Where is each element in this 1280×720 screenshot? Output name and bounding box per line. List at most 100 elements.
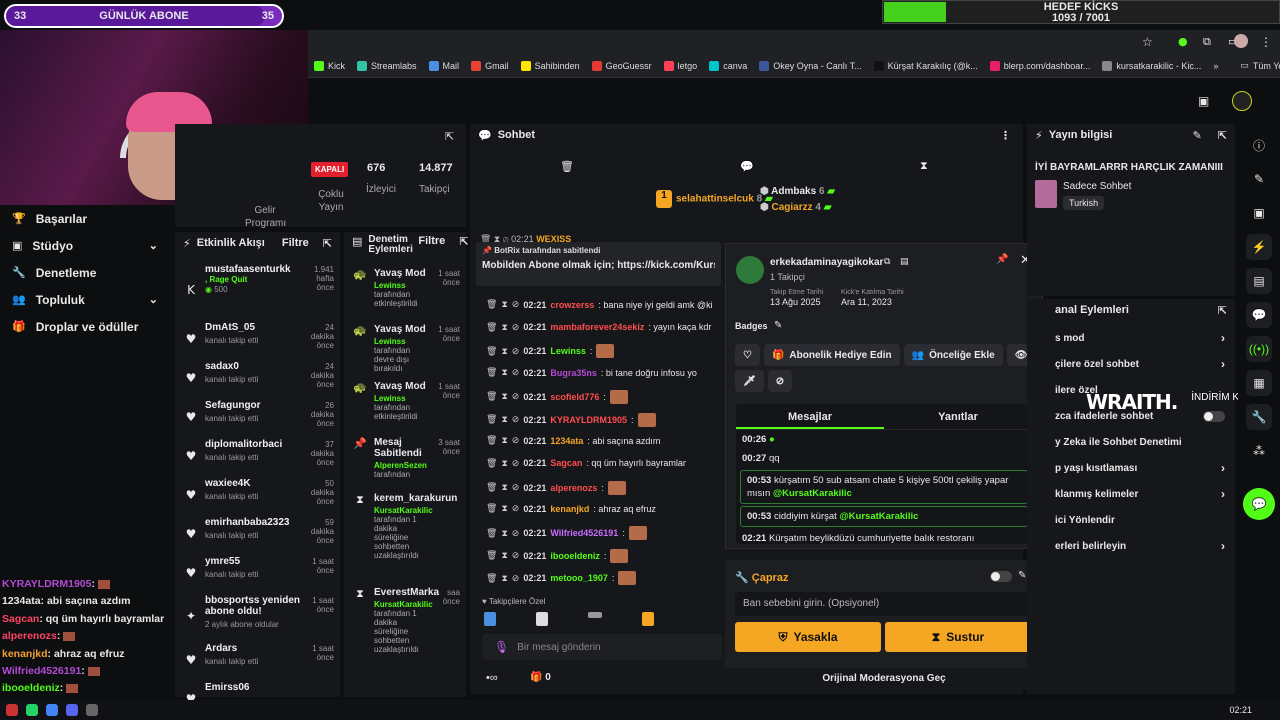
ban-icon[interactable]: ⊘	[512, 573, 520, 584]
chat-bubble-icon[interactable]: 💬	[1246, 302, 1272, 328]
mod-action-item[interactable]: ⧗ kerem_karakurun KursatKarakilic tarafında…	[344, 489, 466, 583]
tab-messages[interactable]: Mesajlar	[736, 404, 884, 429]
chevron-down-icon[interactable]: ⌄	[149, 239, 158, 252]
ban-icon[interactable]: ⊘	[512, 322, 520, 333]
obs-icon[interactable]	[86, 704, 98, 716]
mod-actions-filter-button[interactable]: Filtre	[418, 235, 445, 247]
edit-icon[interactable]: ✎	[1193, 129, 1202, 142]
clipboard-icon[interactable]: ▤	[1246, 268, 1272, 294]
bookmarks-more[interactable]: »	[1213, 61, 1218, 71]
bookmark-item[interactable]: letgo	[663, 60, 697, 71]
menu-dots-icon[interactable]: ⋮	[1260, 35, 1272, 49]
chevron-right-icon[interactable]: ›	[1221, 539, 1225, 553]
history-message[interactable]: 00:53 kürşatım 50 sub atsam chate 5 kişi…	[740, 470, 1028, 504]
bookmark-item[interactable]: kursatkarakilic - Kic...	[1102, 60, 1201, 71]
bolt-icon[interactable]: ⚡	[1246, 234, 1272, 260]
channel-action-row[interactable]: y Zeka ile Sohbet Denetimi	[1047, 429, 1235, 455]
ban-icon[interactable]: ⊘	[512, 482, 520, 493]
sidebar-item[interactable]: 🎁 Droplar ve ödüller	[0, 313, 172, 340]
chevron-right-icon[interactable]: ›	[1221, 487, 1225, 501]
bookmark-item[interactable]: Okey Oyna - Canlı T...	[759, 60, 862, 71]
timeout-icon[interactable]: ⧗	[501, 391, 507, 402]
sidebar-item[interactable]: 🔧 Denetleme	[0, 259, 172, 286]
activity-item[interactable]: ♥ emirhanbaba2323 kanalı takip etti 59 daki…	[175, 513, 340, 552]
bookmark-item[interactable]: Sahibinden	[520, 60, 580, 71]
support-chat-icon[interactable]: 💬	[1243, 488, 1275, 520]
delete-message-icon[interactable]: 🗑	[486, 528, 497, 539]
delete-message-icon[interactable]: 🗑	[486, 503, 497, 514]
mod-action-item[interactable]: 🐢 Yavaş Mod Lewinss tarafından etkinleştiri…	[344, 377, 466, 433]
mod-action-item[interactable]: 🐢 Yavaş Mod Lewinss tarafından devre dışı b…	[344, 320, 466, 377]
timeout-icon[interactable]: ⧗	[501, 573, 507, 584]
popout-icon[interactable]: ⇱	[445, 130, 454, 143]
mod-action-item[interactable]: 🐢 Yavaş Mod Lewinss tarafından etkinleştiri…	[344, 264, 466, 320]
timeout-icon[interactable]: ⧗	[501, 435, 507, 446]
channel-action-row[interactable]: erleri belirleyin ›	[1047, 533, 1235, 559]
original-moderation-button[interactable]: Orijinal Moderasyona Geç	[725, 668, 1043, 690]
ban-icon[interactable]: ⊘	[512, 299, 520, 310]
app-icon[interactable]	[6, 704, 18, 716]
chat-message[interactable]: 🗑 ⧗ ⊘ 02:21 Sagcan: qq üm hayırlı bayramlar	[486, 458, 686, 469]
chat-bubble-icon[interactable]: 💬	[740, 160, 754, 173]
block-button[interactable]: ⊘	[767, 370, 793, 392]
chat-input[interactable]: 🎙 Bir mesaj gönderin	[482, 634, 722, 660]
sidebar-item[interactable]: 🏆 Başarılar	[0, 205, 172, 232]
delete-message-icon[interactable]: 🗑	[486, 414, 497, 425]
chevron-right-icon[interactable]: ›	[1221, 357, 1225, 371]
activity-item[interactable]: ♥ ymre55 kanalı takip etti 1 saat önce	[175, 552, 340, 591]
microphone-icon[interactable]: 🎙	[494, 640, 509, 654]
ban-icon[interactable]: ⊘	[512, 458, 520, 469]
chrome-icon[interactable]	[46, 704, 58, 716]
gift-sub-button[interactable]: 🎁 Abonelik Hediye Edin	[763, 344, 900, 366]
delete-message-icon[interactable]: 🗑	[486, 435, 497, 446]
chat-message[interactable]: 🗑 ⧗ ⊘ 02:21 mambaforever24sekiz: yayın kaça …	[486, 322, 711, 333]
activity-item[interactable]: ♥ DmAtS_05 kanalı takip etti 24 dakika önce	[175, 318, 340, 357]
history-message[interactable]: 00:26 ●	[736, 430, 1032, 449]
ban-reason-input[interactable]: Ban sebebini girin. (Opsiyonel)	[735, 592, 1031, 616]
activity-item[interactable]: ♥ Sefagungor kanalı takip etti 26 dakika ön…	[175, 396, 340, 435]
ban-icon[interactable]: ⊘	[512, 367, 520, 378]
activity-filter-button[interactable]: Filtre	[282, 237, 309, 249]
ban-icon[interactable]: ⊘	[512, 346, 520, 357]
pencil-icon[interactable]: ✎	[1246, 166, 1272, 192]
ban-icon[interactable]: ⊘	[512, 503, 520, 514]
timeout-icon[interactable]: ⧗	[501, 503, 507, 514]
emote[interactable]	[642, 612, 654, 626]
ban-icon[interactable]: ⊘	[512, 528, 520, 539]
copy-icon[interactable]: ⧉	[884, 257, 890, 267]
chat-message[interactable]: 🗑 ⧗ ⊘ 02:21 alperenozs:	[486, 480, 626, 495]
wrench-icon[interactable]: 🔧	[1246, 404, 1272, 430]
whatsapp-icon[interactable]	[26, 704, 38, 716]
activity-item[interactable]: ✦ bbosportss yeniden abone oldu! 2 aylık a…	[175, 591, 340, 639]
sidebar-item[interactable]: ▣ Stüdyo ⌄	[0, 232, 172, 259]
chat-message[interactable]: 🗑 ⧗ ⊘ 02:21 Wilfried4526191:	[486, 526, 647, 540]
tab-replies[interactable]: Yanıtlar	[884, 404, 1032, 429]
activity-item[interactable]: ♥ Ardars kanalı takip etti 1 saat önce	[175, 639, 340, 678]
priority-button[interactable]: 👥 Önceliğe Ekle	[903, 344, 1003, 366]
ban-button[interactable]: ⛨ Yasakla	[735, 622, 881, 652]
delete-message-icon[interactable]: 🗑	[486, 299, 497, 310]
bookmark-item[interactable]: canva	[709, 60, 747, 71]
info-icon[interactable]: ⓘ	[1246, 132, 1272, 158]
mod-action-item[interactable]: ⧗ EverestMarka KursatKarakilic tarafından 1…	[344, 583, 466, 677]
top-chatter[interactable]: 1 selahattinselcuk 8 ▰	[656, 190, 773, 208]
bookmark-item[interactable]: Gmail	[471, 60, 509, 71]
all-bookmarks[interactable]: ▭Tüm Yer İşaretleri	[1240, 60, 1280, 71]
chat-message[interactable]: 🗑 ⧗ ⊘ 02:21 metooo_1907:	[486, 571, 637, 586]
ban-icon[interactable]: ⊘	[512, 414, 520, 425]
chat-message[interactable]: 🗑 ⧗ ⊘ 02:21 Bugra35ns: bi tane doğru infosu …	[486, 367, 697, 378]
ban-icon[interactable]: ⊘	[512, 435, 520, 446]
chevron-right-icon[interactable]: ›	[1221, 331, 1225, 345]
history-message[interactable]: 00:53 ciddiyim kürşat @KursatKarakilic	[740, 506, 1028, 527]
timeout-icon[interactable]: ⧗	[501, 482, 507, 493]
follow-heart-button[interactable]: ♡	[735, 344, 760, 366]
activity-item[interactable]: ♥ diplomalitorbaci kanalı takip etti 37 dak…	[175, 435, 340, 474]
profile-avatar[interactable]	[1234, 34, 1248, 48]
chat-message[interactable]: 🗑 ⧗ ⊘ 02:21 KYRAYLDRM1905:	[486, 412, 656, 427]
chevron-down-icon[interactable]: ⌄	[149, 293, 158, 306]
pinned-message[interactable]: 📌 BotRix tarafından sabitlendi Mobilden …	[476, 242, 721, 286]
timeout-icon[interactable]: ⧗	[501, 550, 507, 561]
ban-icon[interactable]: ⊘	[512, 550, 520, 561]
timeout-button[interactable]: ⧗ Sustur	[885, 622, 1031, 652]
popout-icon[interactable]: ⇱	[1218, 304, 1227, 317]
